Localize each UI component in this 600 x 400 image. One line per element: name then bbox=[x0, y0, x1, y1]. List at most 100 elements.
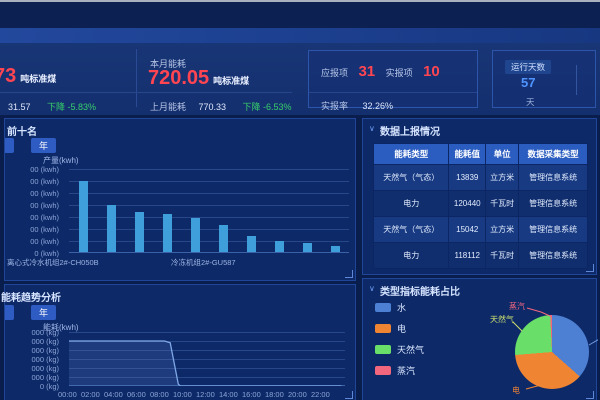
legend-item[interactable]: 天然气 bbox=[375, 343, 424, 356]
table-cell: 立方米 bbox=[486, 165, 519, 191]
stat-today-energy: 73吨标准煤 bbox=[0, 65, 56, 88]
legend-label: 蒸汽 bbox=[397, 364, 415, 377]
pie-panel-title: 类型指标能耗占比 bbox=[380, 283, 460, 298]
pie-label-steam: 蒸汽 bbox=[509, 301, 525, 312]
legend-label: 天然气 bbox=[397, 343, 424, 356]
table-row: 电力120440千瓦时管理信息系统 bbox=[374, 191, 588, 217]
table-cell: 118112 bbox=[449, 243, 486, 269]
prev-month-delta: 下降 -6.53% bbox=[242, 102, 291, 112]
axis-tick: 00 (kwh) bbox=[1, 213, 59, 222]
axis-tick: 00 (kwh) bbox=[1, 237, 59, 246]
table-cell: 管理信息系统 bbox=[519, 191, 588, 217]
axis-tick: 12:00 bbox=[196, 390, 215, 399]
due-items-label: 应报项 bbox=[321, 68, 348, 78]
report-rate-value: 32.26% bbox=[362, 101, 393, 111]
panel-data-report: ∨ 数据上报情况 能耗类型能耗值单位数据采集类型 天然气（气态）13839立方米… bbox=[362, 118, 597, 275]
axis-tick: 16:00 bbox=[242, 390, 261, 399]
table-cell: 120440 bbox=[449, 191, 486, 217]
rank-bar-plot bbox=[69, 169, 349, 253]
axis-tick: 22:00 bbox=[311, 390, 330, 399]
reported-items-label: 实报项 bbox=[386, 68, 413, 78]
table-cell: 管理信息系统 bbox=[519, 165, 588, 191]
sub-header-strip bbox=[0, 28, 600, 43]
legend-item[interactable]: 水 bbox=[375, 301, 424, 314]
chevron-icon[interactable]: ∨ bbox=[369, 284, 375, 293]
table-column-header: 单位 bbox=[486, 144, 519, 165]
bar bbox=[107, 205, 116, 252]
table-column-header: 数据采集类型 bbox=[519, 144, 588, 165]
stats-divider bbox=[0, 92, 292, 93]
stat-report-box: 应报项 31 实报项 10 实报率 32.26% bbox=[308, 50, 478, 108]
legend-swatch bbox=[375, 345, 391, 354]
axis-tick: 000 (kg) bbox=[1, 328, 59, 337]
bar bbox=[163, 214, 172, 252]
axis-tick: 18:00 bbox=[265, 390, 284, 399]
prev-day-delta: 下降 -5.83% bbox=[47, 102, 96, 112]
report-table: 能耗类型能耗值单位数据采集类型 天然气（气态）13839立方米管理信息系统电力1… bbox=[373, 143, 588, 269]
table-column-header: 能耗类型 bbox=[374, 144, 449, 165]
axis-tick: 00 (kwh) bbox=[1, 225, 59, 234]
bar bbox=[191, 218, 200, 252]
table-cell: 电力 bbox=[374, 243, 449, 269]
trend-line-plot bbox=[69, 332, 345, 386]
bar bbox=[79, 181, 88, 252]
pie-label-electricity: 电 bbox=[512, 385, 520, 396]
axis-tick: 00 (kwh) bbox=[1, 177, 59, 186]
legend-swatch bbox=[375, 366, 391, 375]
legend-swatch bbox=[375, 303, 391, 312]
table-cell: 千瓦时 bbox=[486, 243, 519, 269]
bar bbox=[331, 246, 340, 252]
table-row: 电力118112千瓦时管理信息系统 bbox=[374, 243, 588, 269]
prev-month-value: 770.33 bbox=[198, 102, 226, 112]
stat-run-days-box: 运行天数 57 天 bbox=[492, 50, 596, 108]
trend-panel-title: 能耗趋势分析 bbox=[1, 289, 61, 304]
rank-panel-title: 前十名 bbox=[7, 123, 37, 138]
table-cell: 13839 bbox=[449, 165, 486, 191]
today-energy-value: 73 bbox=[0, 65, 16, 87]
bar bbox=[275, 241, 284, 252]
axis-tick: 000 (kg) bbox=[1, 337, 59, 346]
panel-energy-pie: ∨ 类型指标能耗占比 水电天然气蒸汽 蒸汽 天然气 电 bbox=[362, 278, 597, 400]
bar bbox=[303, 243, 312, 252]
pie-legend: 水电天然气蒸汽 bbox=[375, 301, 424, 385]
table-cell: 天然气（气态） bbox=[374, 165, 449, 191]
axis-tick: 14:00 bbox=[219, 390, 238, 399]
table-cell: 15042 bbox=[449, 217, 486, 243]
run-days-unit: 天 bbox=[526, 97, 535, 107]
rank-x-label-1: 离心式冷水机组2#-CH050B bbox=[7, 257, 99, 268]
rank-x-label-2: 冷冻机组2#-GU587 bbox=[171, 257, 236, 268]
axis-tick: 000 (kg) bbox=[1, 373, 59, 382]
pie-chart bbox=[515, 315, 589, 389]
axis-tick: 06:00 bbox=[127, 390, 146, 399]
axis-tick: 000 (kg) bbox=[1, 355, 59, 364]
table-column-header: 能耗值 bbox=[449, 144, 486, 165]
legend-item[interactable]: 蒸汽 bbox=[375, 364, 424, 377]
stats-divider bbox=[136, 49, 137, 107]
legend-label: 水 bbox=[397, 301, 406, 314]
stat-month-energy: 720.05吨标准煤 bbox=[148, 67, 249, 90]
tab-year[interactable]: 年 bbox=[31, 138, 56, 153]
tab-year[interactable]: 年 bbox=[31, 305, 56, 320]
table-cell: 管理信息系统 bbox=[519, 243, 588, 269]
axis-tick: 000 (kg) bbox=[1, 346, 59, 355]
axis-tick: 00 (kwh) bbox=[1, 165, 59, 174]
legend-item[interactable]: 电 bbox=[375, 322, 424, 335]
bar bbox=[247, 236, 256, 252]
top-navigation-bar bbox=[0, 0, 600, 28]
table-cell: 管理信息系统 bbox=[519, 217, 588, 243]
report-rate-label: 实报率 bbox=[321, 101, 348, 111]
kpi-stats-band: 73吨标准煤 31.57 下降 -5.83% 本月能耗 720.05吨标准煤 上… bbox=[0, 43, 600, 115]
partial-tab[interactable] bbox=[5, 138, 14, 153]
table-row: 天然气（气态）15042立方米管理信息系统 bbox=[374, 217, 588, 243]
table-cell: 千瓦时 bbox=[486, 191, 519, 217]
pie-label-gas: 天然气 bbox=[490, 314, 514, 325]
chevron-icon[interactable]: ∨ bbox=[369, 124, 375, 133]
table-cell: 立方米 bbox=[486, 217, 519, 243]
table-cell: 电力 bbox=[374, 191, 449, 217]
dashboard: 73吨标准煤 31.57 下降 -5.83% 本月能耗 720.05吨标准煤 上… bbox=[0, 0, 600, 400]
axis-tick: 10:00 bbox=[173, 390, 192, 399]
partial-tab[interactable] bbox=[5, 305, 14, 320]
axis-tick: 00:00 bbox=[58, 390, 77, 399]
month-energy-unit: 吨标准煤 bbox=[213, 76, 249, 86]
legend-label: 电 bbox=[397, 322, 406, 335]
